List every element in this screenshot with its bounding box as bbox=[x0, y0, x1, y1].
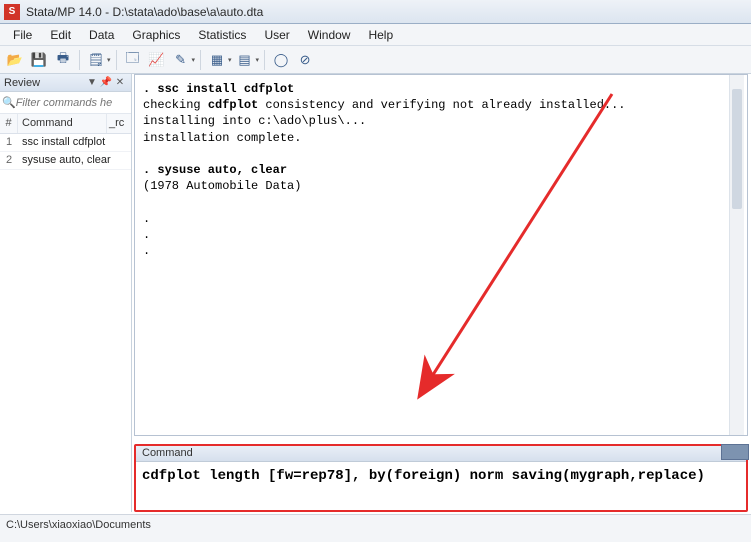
menu-graphics[interactable]: Graphics bbox=[123, 26, 189, 44]
chevron-down-icon[interactable]: ▾ bbox=[228, 56, 232, 64]
search-icon: 🔍 bbox=[2, 96, 16, 109]
save-icon[interactable]: 💾 bbox=[28, 49, 50, 71]
menu-statistics[interactable]: Statistics bbox=[189, 26, 255, 44]
menu-user[interactable]: User bbox=[255, 26, 298, 44]
row-command: sysuse auto, clear bbox=[18, 152, 131, 169]
review-row[interactable]: 1 ssc install cdfplot bbox=[0, 134, 131, 152]
titlebar-text: Stata/MP 14.0 - D:\stata\ado\base\a\auto… bbox=[26, 5, 263, 19]
results-line: installation complete. bbox=[143, 131, 301, 145]
row-number: 1 bbox=[0, 134, 18, 151]
review-columns: # Command _rc bbox=[0, 114, 131, 134]
command-window: Command bbox=[134, 444, 748, 512]
toolbar-separator bbox=[264, 50, 265, 70]
pin-icon[interactable]: 📌 bbox=[99, 76, 113, 90]
toolbar: 📂 💾 🖶 🗒 ▾ 🗔 📈 ✎ ▾ ▦ ▾ ▤ ▾ ◯ ⊘ bbox=[0, 46, 751, 74]
open-icon[interactable]: 📂 bbox=[4, 49, 26, 71]
statusbar: C:\Users\xiaoxiao\Documents bbox=[0, 514, 751, 542]
results-area: . ssc install cdfplot checking cdfplot c… bbox=[132, 74, 751, 512]
review-panel: Review ▼ 📌 ✕ 🔍 ✕ # Command _rc 1 ssc ins… bbox=[0, 74, 132, 512]
toolbar-separator bbox=[200, 50, 201, 70]
chevron-down-icon[interactable]: ▾ bbox=[256, 56, 260, 64]
results-dot: . bbox=[143, 212, 150, 226]
print-icon[interactable]: 🖶 bbox=[52, 49, 74, 71]
toolbar-separator bbox=[116, 50, 117, 70]
vertical-scrollbar[interactable] bbox=[729, 75, 744, 435]
more-icon[interactable]: ◯ bbox=[270, 49, 292, 71]
close-icon[interactable]: ✕ bbox=[113, 76, 127, 90]
scrollbar-thumb[interactable] bbox=[732, 89, 742, 209]
do-editor-icon[interactable]: ✎ bbox=[170, 49, 192, 71]
command-header: Command bbox=[136, 446, 746, 462]
results-line: . sysuse auto, clear bbox=[143, 163, 287, 177]
review-row[interactable]: 2 sysuse auto, clear bbox=[0, 152, 131, 170]
viewer-icon[interactable]: 🗔 bbox=[122, 49, 144, 71]
filter-row: 🔍 ✕ bbox=[0, 92, 131, 114]
titlebar: S Stata/MP 14.0 - D:\stata\ado\base\a\au… bbox=[0, 0, 751, 24]
menubar: File Edit Data Graphics Statistics User … bbox=[0, 24, 751, 46]
app-icon: S bbox=[4, 4, 20, 20]
col-command[interactable]: Command bbox=[18, 114, 107, 133]
menu-file[interactable]: File bbox=[4, 26, 41, 44]
command-tab-handle[interactable] bbox=[721, 444, 749, 460]
log-icon[interactable]: 🗒 bbox=[85, 49, 107, 71]
break-icon[interactable]: ⊘ bbox=[294, 49, 316, 71]
command-input[interactable] bbox=[142, 468, 740, 484]
results-line: checking cdfplot consistency and verifyi… bbox=[143, 98, 626, 112]
main-area: Review ▼ 📌 ✕ 🔍 ✕ # Command _rc 1 ssc ins… bbox=[0, 74, 751, 512]
row-number: 2 bbox=[0, 152, 18, 169]
results-dot: . bbox=[143, 244, 150, 258]
col-rc[interactable]: _rc bbox=[107, 114, 131, 133]
filter-icon[interactable]: ▼ bbox=[85, 76, 99, 90]
status-path: C:\Users\xiaoxiao\Documents bbox=[6, 519, 151, 531]
command-input-wrap bbox=[136, 462, 746, 510]
graph-icon[interactable]: 📈 bbox=[146, 49, 168, 71]
data-editor-icon[interactable]: ▦ bbox=[206, 49, 228, 71]
chevron-down-icon[interactable]: ▾ bbox=[107, 56, 111, 64]
menu-data[interactable]: Data bbox=[80, 26, 123, 44]
data-browser-icon[interactable]: ▤ bbox=[234, 49, 256, 71]
results-dot: . bbox=[143, 228, 150, 242]
chevron-down-icon[interactable]: ▾ bbox=[192, 56, 196, 64]
results-line: installing into c:\ado\plus\... bbox=[143, 114, 366, 128]
menu-window[interactable]: Window bbox=[299, 26, 360, 44]
col-number[interactable]: # bbox=[0, 114, 18, 133]
results-line: . ssc install cdfplot bbox=[143, 82, 294, 96]
results-pane[interactable]: . ssc install cdfplot checking cdfplot c… bbox=[134, 74, 748, 436]
results-line: (1978 Automobile Data) bbox=[143, 179, 301, 193]
menu-help[interactable]: Help bbox=[359, 26, 402, 44]
review-title: Review bbox=[4, 77, 40, 89]
toolbar-separator bbox=[79, 50, 80, 70]
review-header: Review ▼ 📌 ✕ bbox=[0, 74, 131, 92]
row-command: ssc install cdfplot bbox=[18, 134, 131, 151]
menu-edit[interactable]: Edit bbox=[41, 26, 80, 44]
